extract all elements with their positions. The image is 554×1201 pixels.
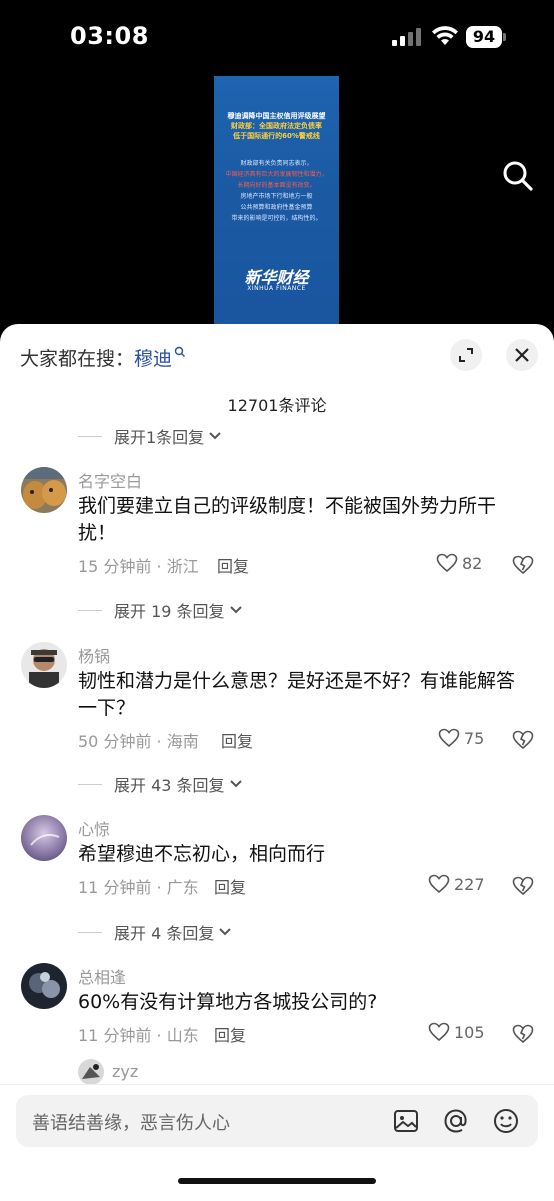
reply-button[interactable]: 回复 [221, 728, 253, 752]
comment-author[interactable]: zyz [112, 1062, 138, 1081]
battery-indicator: 94 [466, 26, 502, 48]
comment-input[interactable]: 善语结善缘，恶言伤人心 [16, 1095, 538, 1147]
chevron-down-icon [219, 928, 232, 936]
expand-replies-label: 展开 4 条回复 [114, 924, 215, 943]
battery-tip [503, 33, 506, 41]
comment-count: 12701条评论 [227, 396, 327, 415]
avatar[interactable] [21, 963, 67, 1009]
divider-dash [78, 435, 102, 437]
fullscreen-icon [459, 348, 473, 362]
comment-sheet: 大家都在搜：穆迪 12701条评论 展开1条回复 名字空白 我们要建立自己的评级… [0, 324, 554, 1200]
poster-headline-3: 低于国际通行的60%警戒线 [233, 132, 320, 140]
search-small-icon [174, 346, 186, 357]
poster-body-3: 长期向好的基本面没有改变。 [237, 182, 316, 189]
comment-meta: 50 分钟前 · 海南 [78, 732, 199, 751]
image-icon[interactable] [392, 1107, 420, 1135]
poster-body-5: 公共预算和政府性基金预算 [240, 204, 313, 211]
trending-keyword[interactable]: 穆迪 [134, 348, 172, 370]
close-icon [515, 348, 529, 362]
comment-input-placeholder: 善语结善缘，恶言伤人心 [32, 1113, 230, 1134]
expand-replies-label: 展开 19 条回复 [114, 602, 225, 621]
heart-icon [428, 874, 450, 894]
reply-button[interactable]: 回复 [214, 874, 246, 898]
expand-replies[interactable]: 展开 43 条回复 [78, 772, 243, 796]
emoji-icon[interactable] [492, 1107, 520, 1135]
avatar[interactable] [21, 467, 67, 513]
poster-body-2: 中国经济具有巨大的发展韧性和潜力， [225, 171, 328, 178]
reply-button[interactable]: 回复 [214, 1022, 246, 1046]
search-icon[interactable] [500, 158, 536, 194]
like-button[interactable]: 82 [436, 553, 482, 573]
comment-meta: 15 分钟前 · 浙江 [78, 557, 199, 576]
like-count: 82 [462, 553, 483, 573]
like-button[interactable]: 75 [438, 728, 484, 748]
divider-dash [78, 931, 102, 933]
comment-text: 希望穆迪不忘初心，相向而行 [78, 843, 326, 865]
like-button[interactable]: 227 [428, 874, 485, 894]
comment-author[interactable]: 心惊 [78, 816, 110, 840]
expand-replies-label: 展开1条回复 [114, 428, 205, 447]
heart-icon [428, 1022, 450, 1042]
trending-search[interactable]: 大家都在搜：穆迪 [20, 344, 186, 371]
heart-icon [438, 728, 460, 748]
expand-replies[interactable]: 展开 19 条回复 [78, 598, 243, 622]
heart-icon [436, 553, 458, 573]
expand-replies[interactable]: 展开 4 条回复 [78, 920, 232, 944]
like-count: 75 [464, 728, 485, 748]
cellular-signal-icon [392, 28, 421, 46]
close-button[interactable] [506, 339, 538, 371]
video-poster[interactable]: 穆迪调降中国主权信用评级展望 财政部：全国政府法定负债率 低于国际通行的60%警… [214, 76, 339, 326]
chevron-down-icon [229, 780, 242, 788]
divider-dash [78, 609, 102, 611]
comment-text: 韧性和潜力是什么意思？是好还是不好？有谁能解答一下？ [78, 670, 516, 719]
poster-headline-2: 财政部：全国政府法定负债率 [231, 122, 322, 130]
at-icon[interactable] [442, 1107, 470, 1135]
avatar[interactable] [78, 1059, 104, 1085]
expand-replies-top[interactable]: 展开1条回复 [78, 424, 222, 448]
broken-heart-icon[interactable] [512, 730, 534, 750]
avatar[interactable] [21, 642, 67, 688]
poster-body: 财政部有关负责同志表示， 中国经济具有巨大的发展韧性和潜力， 长期向好的基本面没… [224, 158, 329, 224]
broken-heart-icon[interactable] [512, 1024, 534, 1044]
comment-author[interactable]: 名字空白 [78, 468, 142, 492]
wifi-icon [432, 26, 458, 45]
status-bar: 03:08 94 [0, 0, 554, 70]
trending-label: 大家都在搜： [20, 348, 135, 370]
divider-dash [78, 783, 102, 785]
comment-text: 60%有没有计算地方各城投公司的? [78, 991, 378, 1013]
like-count: 105 [454, 1022, 485, 1042]
poster-body-6: 带来的影响是可控的，结构性的。 [231, 215, 322, 222]
comment-meta: 11 分钟前 · 山东 [78, 1026, 199, 1045]
like-count: 227 [454, 874, 485, 894]
chevron-down-icon [229, 606, 242, 614]
poster-body-1: 财政部有关负责同志表示， [240, 160, 313, 167]
reply-button[interactable]: 回复 [217, 553, 249, 577]
comment-author[interactable]: 杨锅 [78, 643, 110, 667]
comment-text: 我们要建立自己的评级制度！不能被国外势力所干扰！ [78, 495, 497, 544]
poster-headline-1: 穆迪调降中国主权信用评级展望 [227, 112, 326, 120]
comment-meta: 11 分钟前 · 广东 [78, 878, 199, 897]
fullscreen-button[interactable] [450, 339, 482, 371]
broken-heart-icon[interactable] [512, 555, 534, 575]
like-button[interactable]: 105 [428, 1022, 485, 1042]
poster-body-4: 房地产市场下行和地方一般 [240, 193, 313, 200]
comment-author[interactable]: 总相逢 [78, 964, 126, 988]
avatar[interactable] [21, 815, 67, 861]
video-area[interactable]: 穆迪调降中国主权信用评级展望 财政部：全国政府法定负债率 低于国际通行的60%警… [0, 70, 554, 330]
broken-heart-icon[interactable] [512, 876, 534, 896]
home-indicator [178, 1178, 376, 1184]
chevron-down-icon [209, 432, 221, 440]
poster-logo-subtitle: XINHUA FINANCE [247, 285, 306, 292]
expand-replies-label: 展开 43 条回复 [114, 776, 225, 795]
status-time: 03:08 [70, 22, 149, 50]
